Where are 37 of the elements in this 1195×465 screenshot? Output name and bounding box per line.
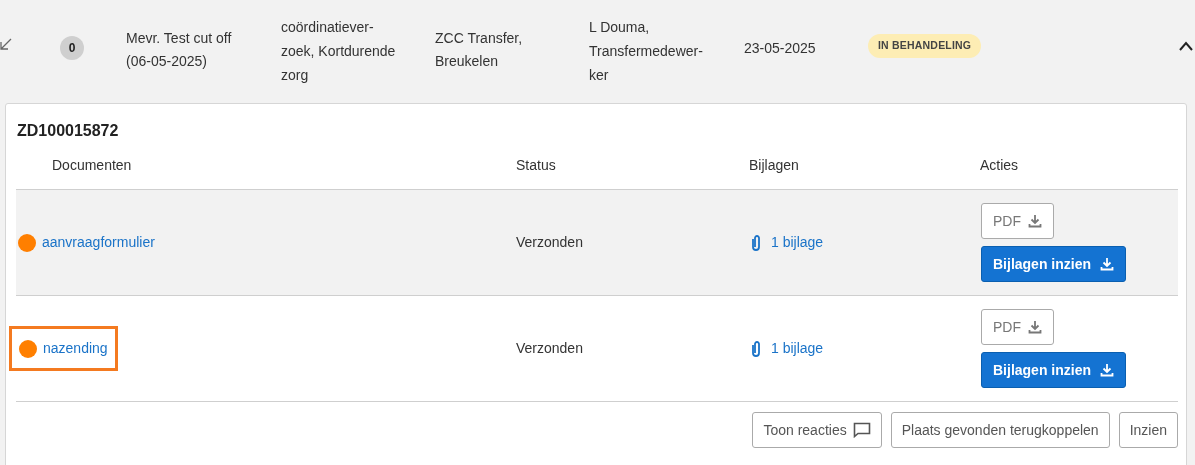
document-link[interactable]: aanvraagformulier <box>42 232 155 253</box>
comment-icon <box>852 422 871 438</box>
location-text: ZCC Transfer, Breukelen <box>435 29 523 71</box>
pdf-button[interactable]: PDF <box>981 309 1054 345</box>
status-text: Verzonden <box>516 233 584 252</box>
count-badge: 0 <box>60 36 84 60</box>
column-header: Acties <box>980 156 1019 175</box>
arrow-icon[interactable] <box>0 38 12 50</box>
status-badge: IN BEHANDELING <box>868 34 982 58</box>
column-header: Bijlagen <box>749 156 800 175</box>
column-header: Status <box>516 156 557 175</box>
attachment-link[interactable]: 1 bijlage <box>750 338 981 359</box>
status-text: Verzonden <box>516 339 584 358</box>
show-comments-button[interactable]: Toon reacties <box>752 412 882 448</box>
download-icon <box>1100 363 1114 377</box>
attachment-count: 1 bijlage <box>771 233 824 252</box>
paperclip-icon <box>750 339 762 358</box>
pdf-button[interactable]: PDF <box>981 203 1054 239</box>
view-attachments-button[interactable]: Bijlagen inzien <box>981 352 1126 388</box>
paperclip-icon <box>750 233 762 252</box>
attachment-count: 1 bijlage <box>771 339 824 358</box>
document-link[interactable]: nazending <box>43 338 108 359</box>
action-button[interactable]: Inzien <box>1118 412 1178 448</box>
document-row[interactable]: aanvraagformulier Verzonden 1 bijlage PDF Bijlagen inzien <box>16 190 1178 296</box>
date-text: 23-05-2025 <box>744 39 816 58</box>
attachment-link[interactable]: 1 bijlage <box>750 232 981 253</box>
action-button[interactable]: Plaats gevonden terugkoppelen <box>890 412 1110 448</box>
download-icon <box>1028 214 1042 228</box>
download-icon <box>1100 257 1114 271</box>
download-icon <box>1028 320 1042 334</box>
case-title: ZD100015872 <box>16 121 120 141</box>
column-header: Documenten <box>52 156 133 175</box>
care-type: coördinatiever- zoek, Kortdurende zorg <box>281 18 396 85</box>
person-text: L Douma, Transfermedewer- ker <box>589 18 703 85</box>
chevron-up-icon[interactable] <box>1178 41 1194 51</box>
view-attachments-button[interactable]: Bijlagen inzien <box>981 246 1126 282</box>
client-name: Mevr. Test cut off (06-05-2025) <box>126 29 232 71</box>
